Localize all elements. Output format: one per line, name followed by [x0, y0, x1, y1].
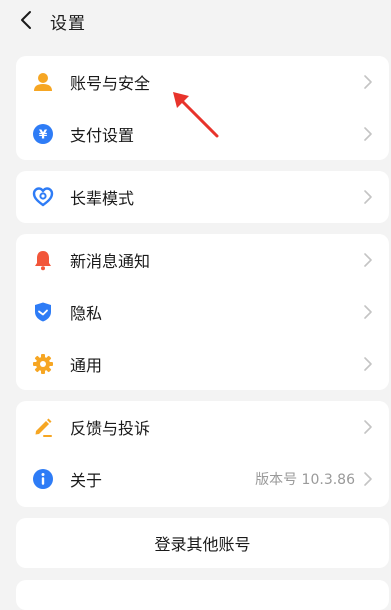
pencil-icon: [32, 416, 54, 438]
settings-group-general: 新消息通知 隐私 通用: [16, 234, 389, 390]
settings-item-label: 新消息通知: [70, 252, 151, 271]
info-icon: [32, 468, 54, 490]
settings-item-notifications[interactable]: 新消息通知: [16, 234, 389, 286]
chevron-right-icon: [361, 418, 375, 436]
settings-item-label: 反馈与投诉: [70, 419, 151, 438]
chevron-right-icon: [361, 251, 375, 269]
settings-group-bottom: [16, 580, 389, 610]
settings-item-label: 关于: [70, 471, 103, 490]
top-bar: 设置: [0, 0, 391, 40]
chevron-right-icon: [361, 303, 375, 321]
yuan-coin-icon: ¥: [32, 123, 54, 145]
settings-item-privacy[interactable]: 隐私: [16, 286, 389, 338]
heart-ring-icon: [32, 186, 54, 208]
settings-item-payment[interactable]: ¥ 支付设置: [16, 108, 389, 160]
person-icon: [32, 71, 54, 93]
settings-item-label: 隐私: [70, 304, 103, 323]
chevron-right-icon: [361, 188, 375, 206]
shield-icon: [32, 301, 54, 323]
svg-text:¥: ¥: [39, 128, 48, 142]
gear-icon: [32, 353, 54, 375]
settings-group-account: 账号与安全 ¥ 支付设置: [16, 56, 389, 160]
settings-item-label: 长辈模式: [70, 189, 135, 208]
chevron-right-icon: [361, 355, 375, 373]
page-title: 设置: [50, 14, 86, 34]
settings-group-elder: 长辈模式: [16, 171, 389, 223]
version-value: 版本号 10.3.86: [255, 472, 355, 488]
settings-item-feedback[interactable]: 反馈与投诉: [16, 401, 389, 453]
settings-item-about[interactable]: 关于 版本号 10.3.86: [16, 453, 389, 505]
settings-item-elder-mode[interactable]: 长辈模式: [16, 171, 389, 223]
bell-icon: [32, 249, 54, 271]
settings-item-label: 支付设置: [70, 126, 135, 145]
settings-item-label: 通用: [70, 356, 103, 375]
settings-item-account-security[interactable]: 账号与安全: [16, 56, 389, 108]
back-button[interactable]: [12, 6, 40, 34]
chevron-right-icon: [361, 73, 375, 91]
settings-group-about: 反馈与投诉 关于 版本号 10.3.86: [16, 401, 389, 507]
settings-item-label: 账号与安全: [70, 74, 151, 93]
switch-account-button[interactable]: 登录其他账号: [16, 518, 389, 568]
chevron-right-icon: [361, 125, 375, 143]
chevron-left-icon: [21, 11, 31, 29]
settings-item-general[interactable]: 通用: [16, 338, 389, 390]
chevron-right-icon: [361, 470, 375, 488]
